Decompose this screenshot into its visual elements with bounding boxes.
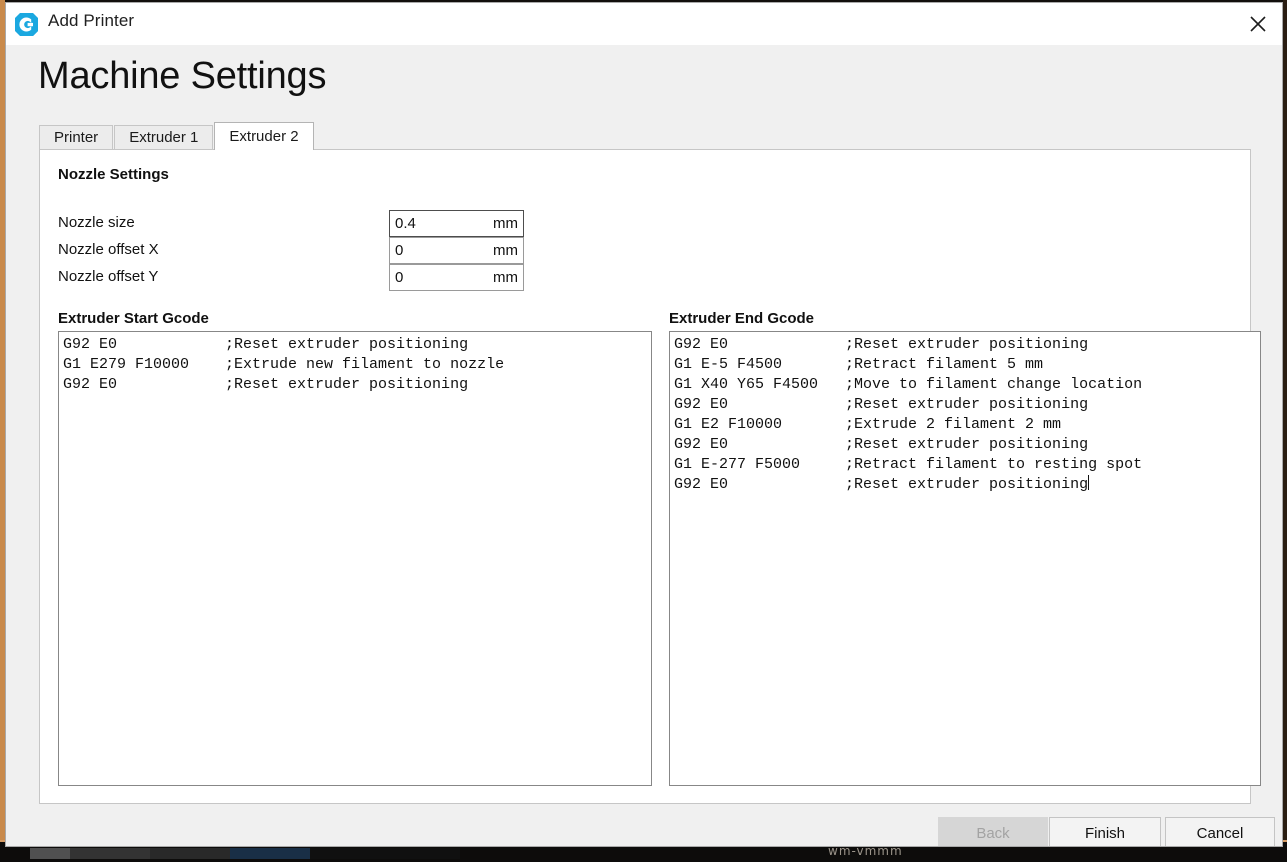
taskbar-items: [30, 848, 460, 859]
extruder-start-gcode-heading: Extruder Start Gcode: [58, 310, 209, 327]
nozzle-size-label: Nozzle size: [58, 214, 135, 231]
back-button[interactable]: Back: [938, 817, 1048, 846]
nozzle-offset-x-value: 0: [395, 242, 404, 259]
desktop-right-edge: [1283, 0, 1287, 862]
finish-button[interactable]: Finish: [1049, 817, 1161, 846]
tab-bar: Printer Extruder 1 Extruder 2: [39, 122, 315, 150]
nozzle-size-input[interactable]: 0.4 mm: [389, 210, 524, 237]
extruder-end-gcode-value: G92 E0 ;Reset extruder positioning G1 E-…: [674, 336, 1143, 493]
nozzle-offset-y-value: 0: [395, 269, 404, 286]
window-title: Add Printer: [48, 11, 135, 30]
page-title: Machine Settings: [38, 55, 327, 97]
nozzle-offset-y-input[interactable]: 0 mm: [389, 264, 524, 291]
nozzle-offset-y-unit: mm: [493, 269, 518, 286]
tab-extruder-2[interactable]: Extruder 2: [214, 122, 314, 150]
nozzle-offset-y-label: Nozzle offset Y: [58, 268, 159, 285]
machine-settings-panel: Nozzle Settings Nozzle size 0.4 mm Nozzl…: [39, 149, 1261, 804]
extruder-start-gcode-input[interactable]: G92 E0 ;Reset extruder positioning G1 E2…: [58, 331, 652, 786]
extruder-end-gcode-input[interactable]: G92 E0 ;Reset extruder positioning G1 E-…: [669, 331, 1261, 786]
text-caret: [1088, 475, 1090, 490]
extruder-end-gcode-heading: Extruder End Gcode: [669, 310, 815, 327]
cancel-button[interactable]: Cancel: [1165, 817, 1275, 846]
cura-logo-icon: [14, 12, 39, 37]
add-printer-dialog: Add Printer Machine Settings Printer Ext…: [5, 2, 1283, 847]
nozzle-offset-x-label: Nozzle offset X: [58, 241, 159, 258]
nozzle-offset-x-input[interactable]: 0 mm: [389, 237, 524, 264]
close-icon[interactable]: [1234, 3, 1282, 44]
tab-printer[interactable]: Printer: [39, 125, 114, 149]
tab-extruder-1[interactable]: Extruder 1: [114, 125, 214, 149]
nozzle-offset-x-unit: mm: [493, 242, 518, 259]
extruder-start-gcode-text: G92 E0 ;Reset extruder positioning G1 E2…: [63, 336, 505, 393]
nozzle-settings-heading: Nozzle Settings: [58, 166, 169, 183]
dialog-button-bar: Back Finish Cancel: [6, 809, 1282, 846]
extruder-end-gcode-text: G92 E0 ;Reset extruder positioning G1 E-…: [674, 335, 1142, 495]
title-bar: Add Printer: [6, 3, 1282, 45]
nozzle-size-value: 0.4: [395, 215, 416, 232]
nozzle-size-unit: mm: [493, 215, 518, 232]
